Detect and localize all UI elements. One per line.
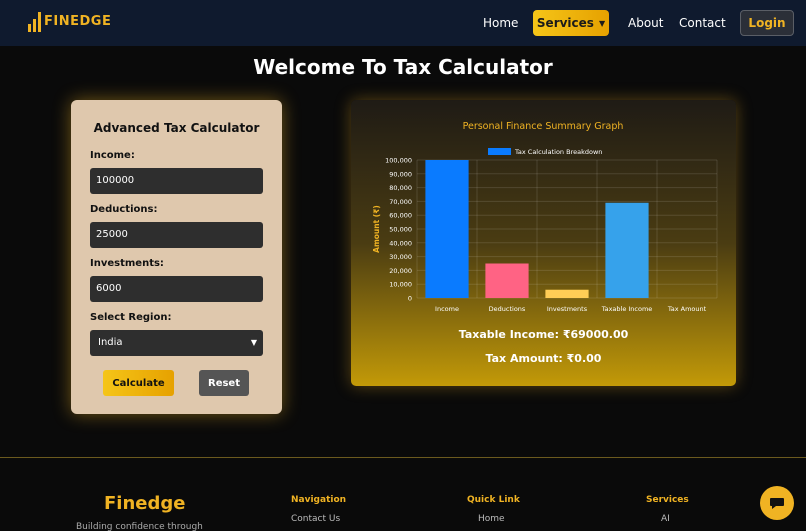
page-title: Welcome To Tax Calculator bbox=[253, 55, 553, 79]
x-tick-label: Investments bbox=[547, 305, 588, 313]
tax-calculator-card: Advanced Tax Calculator Income: 100000 D… bbox=[71, 100, 282, 414]
bar-income[interactable] bbox=[425, 160, 469, 298]
region-selected-value: India bbox=[98, 337, 123, 348]
investments-label: Investments: bbox=[90, 258, 164, 269]
footer-brand: Finedge bbox=[104, 493, 186, 514]
income-input[interactable]: 100000 bbox=[90, 168, 263, 194]
y-tick-label: 60,000 bbox=[389, 212, 412, 220]
taxable-income-result: Taxable Income: ₹69000.00 bbox=[458, 328, 629, 341]
y-tick-label: 90,000 bbox=[389, 170, 412, 178]
reset-button[interactable]: Reset bbox=[199, 370, 249, 396]
legend-label: Tax Calculation Breakdown bbox=[514, 148, 602, 156]
x-tick-label: Deductions bbox=[489, 305, 526, 313]
income-label: Income: bbox=[90, 150, 135, 161]
chat-bubble-icon bbox=[770, 498, 784, 509]
nav-services-label: Services bbox=[536, 16, 594, 30]
footer-divider bbox=[0, 457, 806, 458]
brand-name: FINEDGE bbox=[44, 14, 112, 29]
calculator-title: Advanced Tax Calculator bbox=[93, 121, 260, 135]
bar-investments[interactable] bbox=[545, 289, 589, 298]
region-label: Select Region: bbox=[90, 312, 172, 323]
deductions-input[interactable]: 25000 bbox=[90, 222, 263, 248]
legend-swatch bbox=[488, 148, 511, 155]
nav-about-link[interactable]: About bbox=[628, 0, 663, 46]
investments-input[interactable]: 6000 bbox=[90, 276, 263, 302]
nav-services-dropdown[interactable]: Services ▼ bbox=[533, 10, 609, 36]
footer-quicklink-heading: Quick Link bbox=[467, 495, 520, 505]
chat-button[interactable] bbox=[760, 486, 794, 520]
footer-tagline: Building confidence through bbox=[76, 522, 203, 531]
footer-home-link[interactable]: Home bbox=[478, 514, 505, 524]
x-tick-label: Tax Amount bbox=[667, 305, 707, 313]
chevron-down-icon: ▼ bbox=[250, 338, 257, 347]
footer-contact-us-link[interactable]: Contact Us bbox=[291, 514, 340, 524]
login-button[interactable]: Login bbox=[740, 10, 794, 36]
y-tick-label: 50,000 bbox=[389, 226, 412, 234]
y-tick-label: 100,000 bbox=[385, 157, 412, 165]
y-tick-label: 70,000 bbox=[389, 198, 412, 206]
finance-summary-card: Personal Finance Summary Graph Tax Calcu… bbox=[351, 100, 736, 386]
x-tick-label: Income bbox=[435, 305, 459, 313]
y-tick-label: 80,000 bbox=[389, 184, 412, 192]
bar-chart-icon bbox=[28, 12, 41, 32]
bar-deductions[interactable] bbox=[485, 263, 529, 299]
y-tick-label: 10,000 bbox=[389, 281, 412, 289]
y-tick-label: 30,000 bbox=[389, 253, 412, 261]
brand-logo[interactable]: FINEDGE bbox=[28, 12, 111, 32]
footer-services-heading: Services bbox=[646, 495, 689, 505]
tax-amount-result: Tax Amount: ₹0.00 bbox=[485, 352, 602, 365]
nav-home-link[interactable]: Home bbox=[483, 0, 518, 46]
y-tick-label: 20,000 bbox=[389, 267, 412, 275]
calculate-button[interactable]: Calculate bbox=[103, 370, 174, 396]
deductions-label: Deductions: bbox=[90, 204, 158, 215]
footer-navigation-heading: Navigation bbox=[291, 495, 347, 505]
x-tick-label: Taxable Income bbox=[601, 305, 653, 313]
chart-title: Personal Finance Summary Graph bbox=[463, 121, 624, 132]
y-tick-label: 0 bbox=[408, 295, 412, 303]
y-axis-label: Amount (₹) bbox=[372, 205, 381, 253]
nav-contact-link[interactable]: Contact bbox=[679, 0, 726, 46]
top-navbar: FINEDGE Home Services ▼ About Contact Lo… bbox=[0, 0, 806, 46]
finance-bar-chart: Personal Finance Summary Graph Tax Calcu… bbox=[372, 121, 718, 313]
region-select[interactable]: India ▼ bbox=[90, 330, 263, 356]
bar-taxable-income[interactable] bbox=[605, 202, 649, 298]
y-tick-label: 40,000 bbox=[389, 239, 412, 247]
chevron-down-icon: ▼ bbox=[598, 18, 606, 28]
footer-ai-link[interactable]: AI bbox=[661, 514, 670, 524]
